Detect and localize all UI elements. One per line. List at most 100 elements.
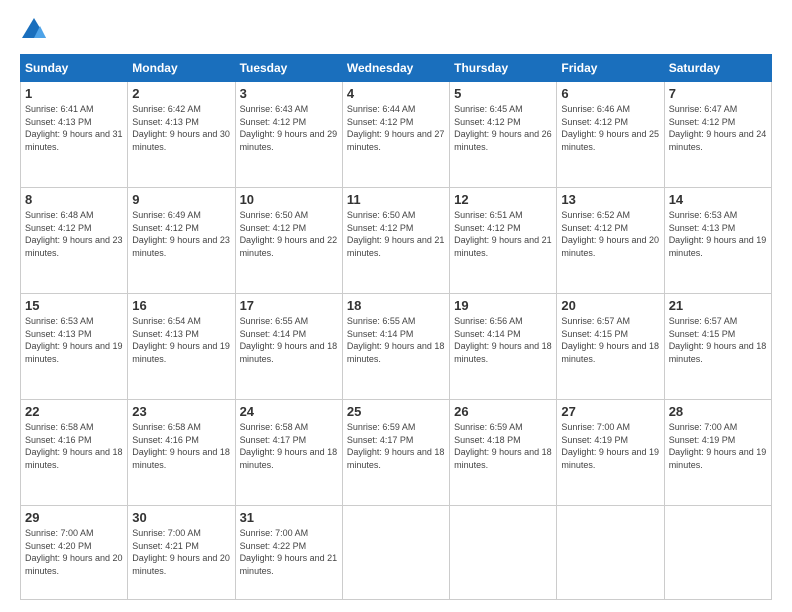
calendar-cell: 15 Sunrise: 6:53 AMSunset: 4:13 PMDayligh…: [21, 294, 128, 400]
calendar-cell: [557, 506, 664, 600]
day-number: 5: [454, 86, 552, 101]
weekday-header: Saturday: [664, 55, 771, 82]
day-info: Sunrise: 6:47 AMSunset: 4:12 PMDaylight:…: [669, 104, 767, 152]
calendar-cell: 14Sunrise: 6:53 AMSunset: 4:13 PMDayligh…: [664, 188, 771, 294]
calendar-cell: 5 Sunrise: 6:45 AMSunset: 4:12 PMDaylight…: [450, 82, 557, 188]
day-number: 8: [25, 192, 123, 207]
calendar-cell: 9 Sunrise: 6:49 AMSunset: 4:12 PMDaylight…: [128, 188, 235, 294]
weekday-header: Tuesday: [235, 55, 342, 82]
day-number: 14: [669, 192, 767, 207]
calendar-cell: 18 Sunrise: 6:55 AMSunset: 4:14 PMDayligh…: [342, 294, 449, 400]
calendar-cell: 10 Sunrise: 6:50 AMSunset: 4:12 PMDayligh…: [235, 188, 342, 294]
calendar-cell: 13 Sunrise: 6:52 AMSunset: 4:12 PMDayligh…: [557, 188, 664, 294]
day-number: 23: [132, 404, 230, 419]
calendar-cell: 30 Sunrise: 7:00 AMSunset: 4:21 PMDayligh…: [128, 506, 235, 600]
calendar-cell: 8Sunrise: 6:48 AMSunset: 4:12 PMDaylight…: [21, 188, 128, 294]
day-info: Sunrise: 6:59 AMSunset: 4:18 PMDaylight:…: [454, 422, 552, 470]
header: [20, 16, 772, 44]
calendar-cell: 3 Sunrise: 6:43 AMSunset: 4:12 PMDaylight…: [235, 82, 342, 188]
day-number: 3: [240, 86, 338, 101]
calendar-cell: 2 Sunrise: 6:42 AMSunset: 4:13 PMDaylight…: [128, 82, 235, 188]
calendar-cell: [342, 506, 449, 600]
calendar-cell: 1Sunrise: 6:41 AMSunset: 4:13 PMDaylight…: [21, 82, 128, 188]
calendar-cell: 27 Sunrise: 7:00 AMSunset: 4:19 PMDayligh…: [557, 400, 664, 506]
day-number: 26: [454, 404, 552, 419]
day-info: Sunrise: 6:59 AMSunset: 4:17 PMDaylight:…: [347, 422, 445, 470]
day-info: Sunrise: 6:42 AMSunset: 4:13 PMDaylight:…: [132, 104, 230, 152]
day-number: 27: [561, 404, 659, 419]
calendar-cell: 6 Sunrise: 6:46 AMSunset: 4:12 PMDaylight…: [557, 82, 664, 188]
day-number: 2: [132, 86, 230, 101]
weekday-header: Wednesday: [342, 55, 449, 82]
calendar-cell: 22 Sunrise: 6:58 AMSunset: 4:16 PMDayligh…: [21, 400, 128, 506]
day-number: 13: [561, 192, 659, 207]
day-info: Sunrise: 6:51 AMSunset: 4:12 PMDaylight:…: [454, 210, 552, 258]
day-info: Sunrise: 7:00 AMSunset: 4:21 PMDaylight:…: [132, 528, 230, 576]
day-info: Sunrise: 7:00 AMSunset: 4:20 PMDaylight:…: [25, 528, 123, 576]
day-info: Sunrise: 6:56 AMSunset: 4:14 PMDaylight:…: [454, 316, 552, 364]
day-info: Sunrise: 6:49 AMSunset: 4:12 PMDaylight:…: [132, 210, 230, 258]
day-number: 15: [25, 298, 123, 313]
day-number: 6: [561, 86, 659, 101]
day-info: Sunrise: 6:44 AMSunset: 4:12 PMDaylight:…: [347, 104, 445, 152]
calendar-cell: 29 Sunrise: 7:00 AMSunset: 4:20 PMDayligh…: [21, 506, 128, 600]
calendar-cell: 4 Sunrise: 6:44 AMSunset: 4:12 PMDaylight…: [342, 82, 449, 188]
day-number: 31: [240, 510, 338, 525]
day-number: 21: [669, 298, 767, 313]
calendar-cell: 16Sunrise: 6:54 AMSunset: 4:13 PMDayligh…: [128, 294, 235, 400]
day-number: 22: [25, 404, 123, 419]
day-number: 29: [25, 510, 123, 525]
day-number: 16: [132, 298, 230, 313]
day-info: Sunrise: 7:00 AMSunset: 4:22 PMDaylight:…: [240, 528, 338, 576]
calendar-cell: 24 Sunrise: 6:58 AMSunset: 4:17 PMDayligh…: [235, 400, 342, 506]
day-info: Sunrise: 6:55 AMSunset: 4:14 PMDaylight:…: [240, 316, 338, 364]
calendar-cell: 19 Sunrise: 6:56 AMSunset: 4:14 PMDayligh…: [450, 294, 557, 400]
day-info: Sunrise: 6:50 AMSunset: 4:12 PMDaylight:…: [240, 210, 338, 258]
logo: [20, 16, 52, 44]
day-number: 11: [347, 192, 445, 207]
day-info: Sunrise: 6:57 AMSunset: 4:15 PMDaylight:…: [561, 316, 659, 364]
day-number: 28: [669, 404, 767, 419]
day-info: Sunrise: 6:43 AMSunset: 4:12 PMDaylight:…: [240, 104, 338, 152]
day-info: Sunrise: 7:00 AMSunset: 4:19 PMDaylight:…: [561, 422, 659, 470]
day-number: 20: [561, 298, 659, 313]
day-number: 10: [240, 192, 338, 207]
day-info: Sunrise: 6:50 AMSunset: 4:12 PMDaylight:…: [347, 210, 445, 258]
weekday-header: Thursday: [450, 55, 557, 82]
day-info: Sunrise: 6:46 AMSunset: 4:12 PMDaylight:…: [561, 104, 659, 152]
day-info: Sunrise: 6:58 AMSunset: 4:16 PMDaylight:…: [25, 422, 123, 470]
day-number: 17: [240, 298, 338, 313]
weekday-header: Friday: [557, 55, 664, 82]
day-number: 30: [132, 510, 230, 525]
weekday-header: Sunday: [21, 55, 128, 82]
day-info: Sunrise: 6:55 AMSunset: 4:14 PMDaylight:…: [347, 316, 445, 364]
calendar-cell: 12 Sunrise: 6:51 AMSunset: 4:12 PMDayligh…: [450, 188, 557, 294]
day-number: 19: [454, 298, 552, 313]
day-info: Sunrise: 6:58 AMSunset: 4:17 PMDaylight:…: [240, 422, 338, 470]
day-info: Sunrise: 6:58 AMSunset: 4:16 PMDaylight:…: [132, 422, 230, 470]
day-info: Sunrise: 6:52 AMSunset: 4:12 PMDaylight:…: [561, 210, 659, 258]
calendar-cell: [450, 506, 557, 600]
day-info: Sunrise: 6:41 AMSunset: 4:13 PMDaylight:…: [25, 104, 123, 152]
calendar-table: SundayMondayTuesdayWednesdayThursdayFrid…: [20, 54, 772, 600]
day-number: 9: [132, 192, 230, 207]
day-number: 7: [669, 86, 767, 101]
day-info: Sunrise: 6:53 AMSunset: 4:13 PMDaylight:…: [25, 316, 123, 364]
calendar-cell: 11 Sunrise: 6:50 AMSunset: 4:12 PMDayligh…: [342, 188, 449, 294]
page: SundayMondayTuesdayWednesdayThursdayFrid…: [0, 0, 792, 612]
day-number: 4: [347, 86, 445, 101]
calendar-cell: 21 Sunrise: 6:57 AMSunset: 4:15 PMDayligh…: [664, 294, 771, 400]
day-number: 24: [240, 404, 338, 419]
calendar-cell: 7 Sunrise: 6:47 AMSunset: 4:12 PMDaylight…: [664, 82, 771, 188]
day-number: 12: [454, 192, 552, 207]
calendar-cell: 28 Sunrise: 7:00 AMSunset: 4:19 PMDayligh…: [664, 400, 771, 506]
day-info: Sunrise: 6:57 AMSunset: 4:15 PMDaylight:…: [669, 316, 767, 364]
calendar-cell: 20 Sunrise: 6:57 AMSunset: 4:15 PMDayligh…: [557, 294, 664, 400]
day-number: 18: [347, 298, 445, 313]
day-info: Sunrise: 7:00 AMSunset: 4:19 PMDaylight:…: [669, 422, 767, 470]
weekday-header: Monday: [128, 55, 235, 82]
day-info: Sunrise: 6:45 AMSunset: 4:12 PMDaylight:…: [454, 104, 552, 152]
calendar-cell: 26 Sunrise: 6:59 AMSunset: 4:18 PMDayligh…: [450, 400, 557, 506]
calendar-cell: 23 Sunrise: 6:58 AMSunset: 4:16 PMDayligh…: [128, 400, 235, 506]
calendar-cell: [664, 506, 771, 600]
